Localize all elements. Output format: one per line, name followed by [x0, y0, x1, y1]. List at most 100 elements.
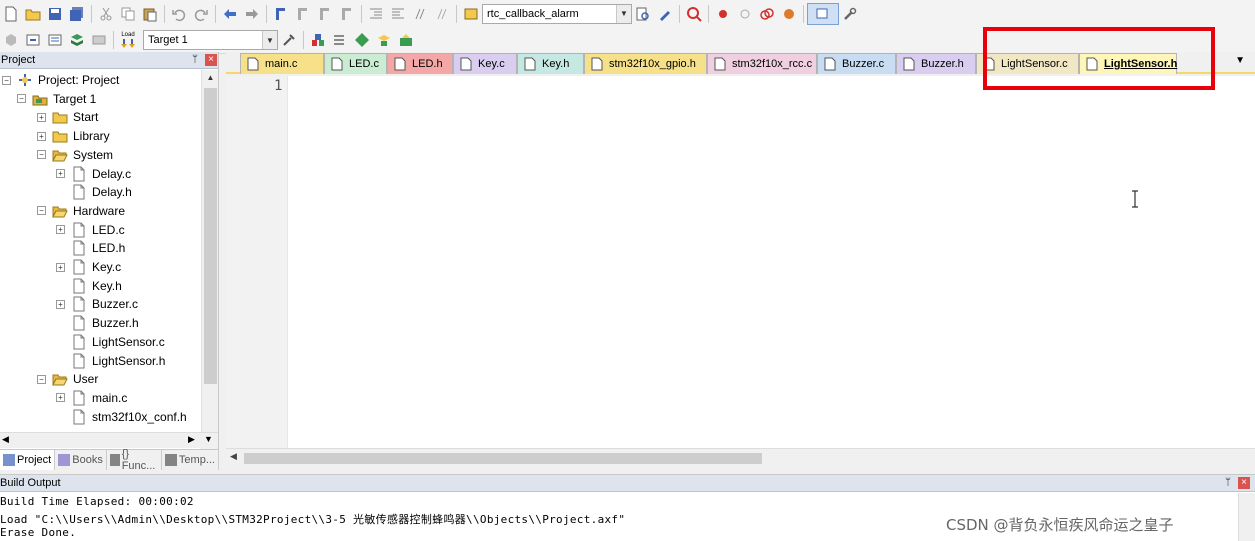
tree-item-main-c[interactable]: + main.c: [56, 389, 127, 407]
scroll-right-arrow-icon[interactable]: ▶: [188, 434, 195, 445]
copy-icon[interactable]: [117, 3, 139, 25]
new-file-icon[interactable]: [0, 3, 22, 25]
translate-icon[interactable]: [0, 29, 22, 51]
disable-breakpoint-icon[interactable]: [734, 3, 756, 25]
expand-icon[interactable]: +: [56, 262, 65, 272]
find-combo[interactable]: rtc_callback_alarm ▼: [482, 3, 632, 24]
undo-icon[interactable]: [168, 3, 190, 25]
tree-item-led-c[interactable]: + LED.c: [56, 221, 125, 239]
expand-icon[interactable]: +: [56, 299, 65, 309]
unindent-icon[interactable]: [387, 3, 409, 25]
tree-item-target-1[interactable]: − Target 1: [17, 90, 96, 108]
incremental-find-icon[interactable]: [654, 3, 676, 25]
editor-horizontal-scrollbar[interactable]: ◀: [226, 448, 1255, 467]
panel-tab-project[interactable]: Project: [0, 450, 56, 470]
target-select[interactable]: Target 1 ▼: [143, 30, 278, 50]
scroll-left-arrow-icon[interactable]: ◀: [2, 434, 9, 445]
tree-item-stm32f10x-conf-h[interactable]: stm32f10x_conf.h: [56, 408, 187, 426]
code-editor[interactable]: 1: [226, 76, 1255, 448]
tree-item-user[interactable]: − User: [37, 370, 98, 388]
editor-tab-stm32f10x-rcc-c[interactable]: stm32f10x_rcc.c: [707, 53, 817, 74]
tree-item-start[interactable]: + Start: [37, 108, 98, 126]
panel-tab-books[interactable]: Books: [55, 450, 107, 470]
indent-icon[interactable]: [365, 3, 387, 25]
panel-tab-func[interactable]: {} Func...: [107, 448, 162, 472]
collapse-icon[interactable]: −: [37, 374, 46, 384]
close-icon[interactable]: ×: [205, 54, 217, 66]
find-in-files-icon[interactable]: [460, 3, 482, 25]
scrollbar-thumb[interactable]: [244, 453, 762, 464]
panel-tab-temp[interactable]: Temp...: [162, 450, 219, 470]
find-icon[interactable]: [632, 3, 654, 25]
project-tree-vertical-scrollbar[interactable]: ▲: [201, 70, 218, 450]
collapse-icon[interactable]: −: [17, 94, 26, 104]
editor-tab-key-h[interactable]: Key.h: [517, 53, 584, 74]
save-all-icon[interactable]: [66, 3, 88, 25]
manage-project-items-icon[interactable]: [307, 29, 329, 51]
collapse-icon[interactable]: −: [37, 206, 46, 216]
save-icon[interactable]: [44, 3, 66, 25]
bookmark-icon[interactable]: [270, 3, 292, 25]
editor-tab-buzzer-h[interactable]: Buzzer.h: [896, 53, 976, 74]
expand-icon[interactable]: +: [56, 393, 65, 403]
navigate-forward-icon[interactable]: [241, 3, 263, 25]
clear-breakpoints-icon[interactable]: [778, 3, 800, 25]
pack-installer-icon[interactable]: [329, 29, 351, 51]
project-tree-horizontal-scrollbar[interactable]: ◀ ▶ ▼: [0, 432, 218, 448]
configure-icon[interactable]: [839, 3, 861, 25]
editor-tab-led-c[interactable]: LED.c: [324, 53, 387, 74]
prev-bookmark-icon[interactable]: [292, 3, 314, 25]
pin-icon[interactable]: ᛘ: [1222, 477, 1234, 489]
build-icon[interactable]: [22, 29, 44, 51]
tree-item-delay-h[interactable]: Delay.h: [56, 183, 132, 201]
batch-build-icon[interactable]: [66, 29, 88, 51]
target-options-icon[interactable]: [278, 29, 300, 51]
editor-tab-key-c[interactable]: Key.c: [453, 53, 517, 74]
load-download-button[interactable]: Load: [117, 29, 139, 51]
paste-icon[interactable]: [139, 3, 161, 25]
redo-icon[interactable]: [190, 3, 212, 25]
debug-session-icon[interactable]: [683, 3, 705, 25]
expand-icon[interactable]: +: [56, 225, 65, 235]
comment-icon[interactable]: [409, 3, 431, 25]
rebuild-icon[interactable]: [44, 29, 66, 51]
collapse-icon[interactable]: −: [2, 75, 11, 85]
pin-icon[interactable]: ᛘ: [189, 54, 201, 66]
tree-item-key-c[interactable]: + Key.c: [56, 258, 121, 276]
expand-icon[interactable]: +: [37, 131, 46, 141]
open-folder-icon[interactable]: [22, 3, 44, 25]
chevron-down-icon[interactable]: ▼: [262, 31, 277, 49]
clear-bookmarks-icon[interactable]: [336, 3, 358, 25]
tree-item-led-h[interactable]: LED.h: [56, 239, 125, 257]
run-time-environment-icon[interactable]: [395, 29, 417, 51]
cut-icon[interactable]: [95, 3, 117, 25]
chevron-down-icon[interactable]: ▼: [616, 4, 631, 23]
tree-item-lightsensor-c[interactable]: LightSensor.c: [56, 333, 165, 351]
manage-rte-icon[interactable]: [373, 29, 395, 51]
window-layout-button[interactable]: [807, 2, 839, 25]
tree-item-buzzer-h[interactable]: Buzzer.h: [56, 314, 139, 332]
scrollbar-thumb[interactable]: [204, 88, 217, 384]
next-bookmark-icon[interactable]: [314, 3, 336, 25]
kill-breakpoints-icon[interactable]: [756, 3, 778, 25]
tree-item-delay-c[interactable]: + Delay.c: [56, 165, 131, 183]
build-output-scrollbar[interactable]: [1238, 493, 1255, 541]
insert-breakpoint-icon[interactable]: [712, 3, 734, 25]
tab-list-dropdown-icon[interactable]: ▼: [1235, 55, 1245, 66]
tree-item-buzzer-c[interactable]: + Buzzer.c: [56, 295, 138, 313]
expand-icon[interactable]: +: [56, 169, 65, 178]
editor-tab-led-h[interactable]: LED.h: [387, 53, 453, 74]
tree-item-lightsensor-h[interactable]: LightSensor.h: [56, 352, 165, 370]
scroll-down-arrow-icon[interactable]: ▼: [204, 434, 213, 444]
stop-build-icon[interactable]: [88, 29, 110, 51]
editor-tab-stm32f10x-gpio-h[interactable]: stm32f10x_gpio.h: [584, 53, 707, 74]
expand-icon[interactable]: +: [37, 112, 46, 122]
select-packs-icon[interactable]: [351, 29, 373, 51]
tree-item-system[interactable]: − System: [37, 146, 113, 164]
collapse-icon[interactable]: −: [37, 150, 46, 160]
navigate-back-icon[interactable]: [219, 3, 241, 25]
close-icon[interactable]: ×: [1238, 477, 1250, 489]
tree-item-library[interactable]: + Library: [37, 127, 110, 145]
editor-tab-buzzer-c[interactable]: Buzzer.c: [817, 53, 896, 74]
editor-tab-main-c[interactable]: main.c: [240, 53, 324, 74]
